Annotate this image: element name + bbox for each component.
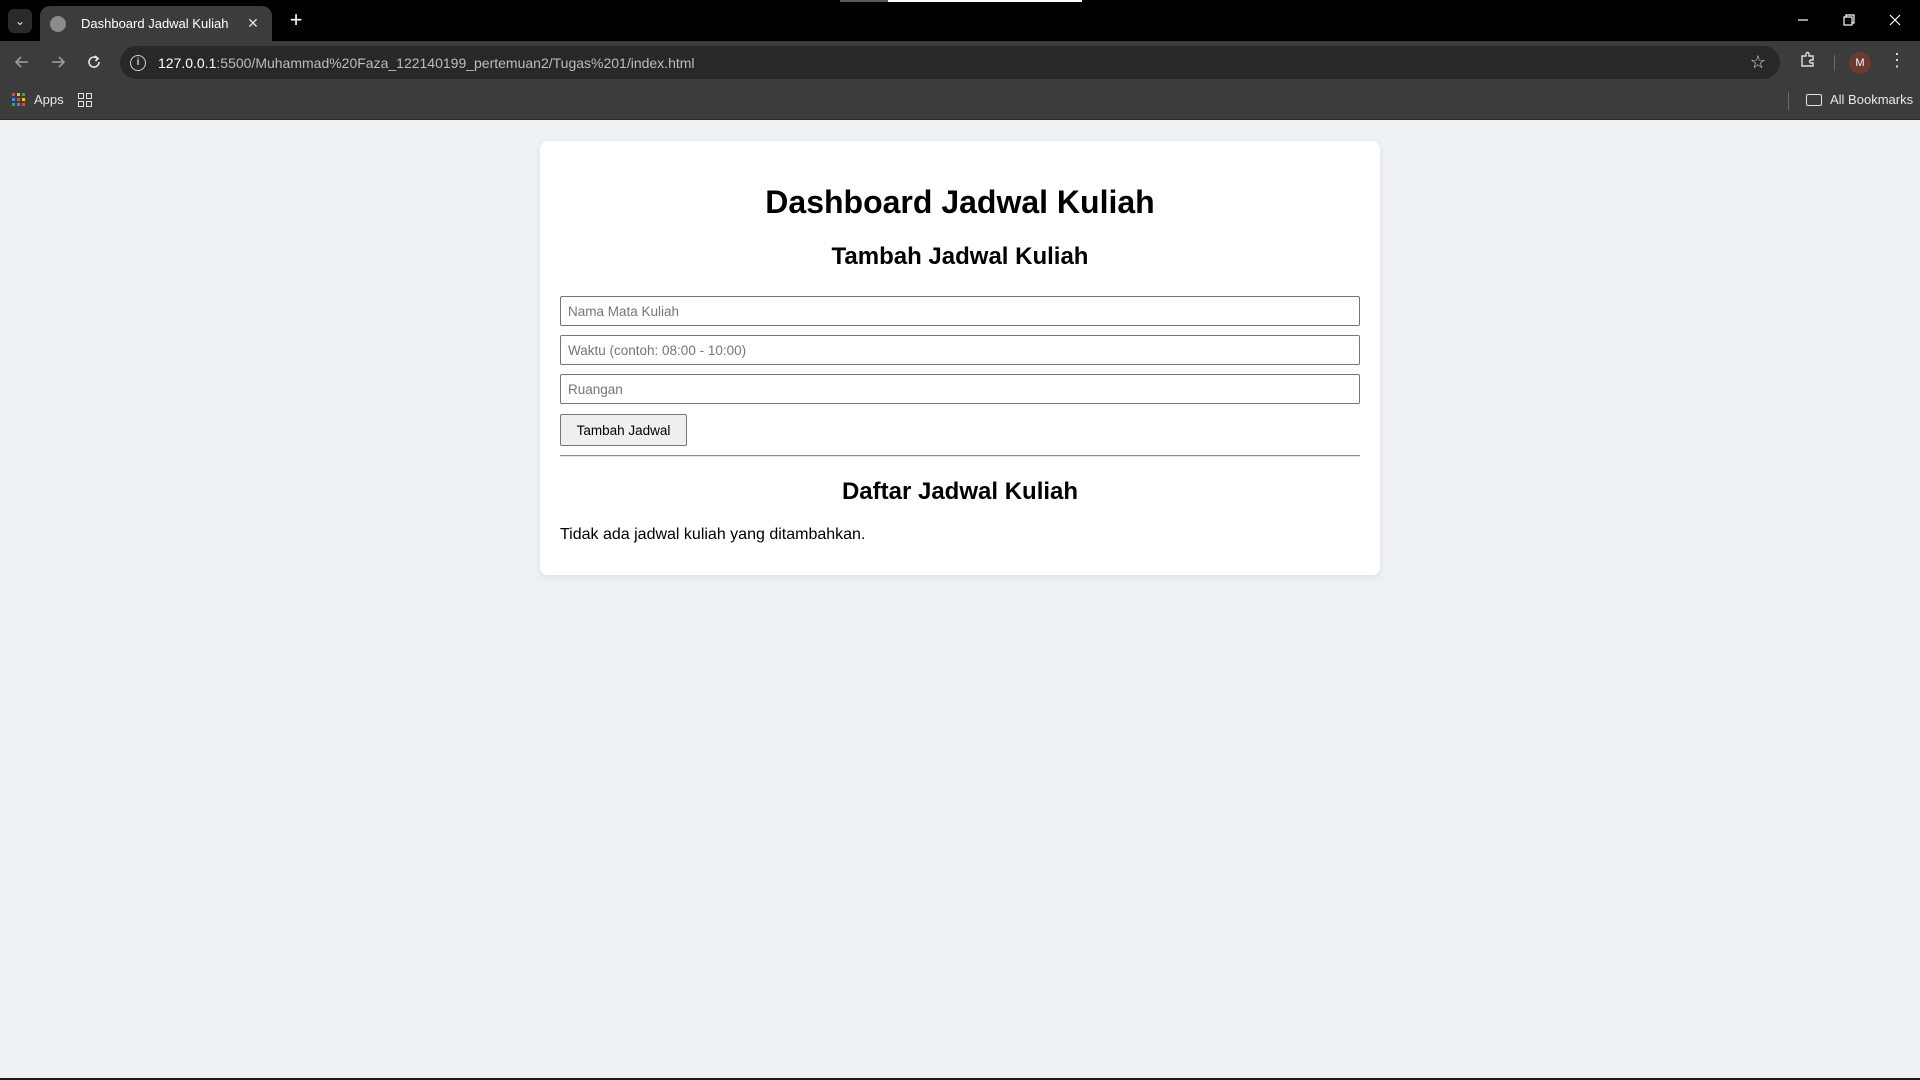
reload-icon[interactable]	[80, 48, 108, 76]
tab-indicator-inactive	[840, 0, 888, 2]
folder-icon	[1806, 93, 1822, 106]
url-host: 127.0.0.1	[158, 54, 217, 71]
all-bookmarks-label: All Bookmarks	[1830, 92, 1914, 107]
avatar[interactable]: M	[1849, 52, 1871, 74]
time-input[interactable]	[560, 335, 1360, 365]
tab-title: Dashboard Jadwal Kuliah	[81, 16, 229, 31]
kebab-menu-icon[interactable]: ⋮	[1887, 50, 1907, 74]
add-schedule-heading: Tambah Jadwal Kuliah	[831, 243, 1089, 270]
tab-close-button[interactable]: ✕	[244, 15, 262, 32]
new-tab-button[interactable]: +	[282, 7, 310, 35]
page-viewport: Dashboard Jadwal Kuliah Tambah Jadwal Ku…	[0, 120, 1920, 1078]
minimize-icon[interactable]	[1780, 6, 1826, 34]
toolbar-divider	[1834, 55, 1835, 71]
puzzle-icon[interactable]	[1796, 50, 1820, 74]
schedule-list-heading: Daftar Jadwal Kuliah	[841, 478, 1079, 505]
all-bookmarks-button[interactable]: All Bookmarks	[1806, 92, 1913, 107]
apps-grid-icon	[12, 92, 26, 107]
star-icon[interactable]: ☆	[1750, 52, 1766, 73]
browser-toolbar: i 127.0.0.1:5500/Muhammad%20Faza_1221401…	[0, 41, 1920, 83]
bookmarks-bar: Apps All Bookmarks	[0, 83, 1920, 120]
room-input[interactable]	[560, 374, 1360, 404]
url-path: :5500/Muhammad%20Faza_122140199_pertemua…	[216, 54, 695, 71]
tab-groups-icon[interactable]	[78, 93, 92, 107]
arrow-left-icon[interactable]	[8, 48, 36, 76]
bookmark-apps[interactable]: Apps	[12, 92, 64, 107]
bookmark-apps-label: Apps	[34, 92, 64, 107]
chevron-down-icon[interactable]: ⌄	[8, 9, 32, 33]
browser-tab[interactable]: Dashboard Jadwal Kuliah ✕	[40, 6, 272, 41]
restore-icon[interactable]	[1826, 6, 1872, 34]
bookmarks-divider	[1788, 92, 1789, 110]
add-schedule-button[interactable]: Tambah Jadwal	[560, 414, 687, 446]
arrow-right-icon[interactable]	[44, 48, 72, 76]
tab-indicator	[888, 0, 1082, 2]
address-bar[interactable]: i 127.0.0.1:5500/Muhammad%20Faza_1221401…	[120, 46, 1780, 79]
page-title: Dashboard Jadwal Kuliah	[765, 184, 1155, 220]
close-icon[interactable]	[1872, 6, 1918, 34]
globe-icon	[50, 15, 66, 32]
info-icon[interactable]: i	[130, 54, 146, 71]
tab-strip: ⌄ Dashboard Jadwal Kuliah ✕ +	[0, 0, 1920, 41]
section-divider	[560, 455, 1360, 457]
dashboard-card: Dashboard Jadwal Kuliah Tambah Jadwal Ku…	[540, 141, 1380, 575]
empty-schedule-message: Tidak ada jadwal kuliah yang ditambahkan…	[560, 526, 866, 543]
course-name-input[interactable]	[560, 296, 1360, 326]
